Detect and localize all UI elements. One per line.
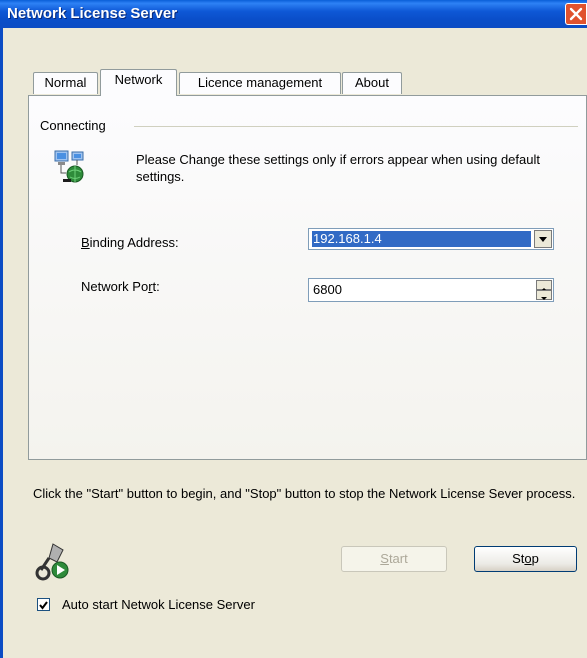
network-port-label: Network Port: <box>81 279 160 294</box>
autostart-label[interactable]: Auto start Netwok License Server <box>62 597 255 612</box>
spinner-buttons <box>536 280 552 300</box>
binding-address-dropdown-button[interactable] <box>534 230 552 248</box>
group-divider <box>134 126 578 127</box>
tab-network[interactable]: Network <box>100 69 177 96</box>
stop-button[interactable]: Stop <box>474 546 577 572</box>
tab-normal[interactable]: Normal <box>33 72 98 94</box>
window-frame-left <box>0 28 3 658</box>
group-label-connecting: Connecting <box>40 118 106 133</box>
network-port-value: 6800 <box>313 282 342 297</box>
chevron-down-icon <box>539 237 547 242</box>
binding-address-select[interactable]: 192.168.1.4 <box>308 228 554 250</box>
title-bar[interactable]: Network License Server <box>0 0 587 28</box>
binding-address-label: Binding Address: <box>81 235 179 250</box>
close-icon <box>569 7 583 21</box>
dialog-window: Network License Server Normal Network Li… <box>0 0 587 658</box>
window-title: Network License Server <box>7 5 178 22</box>
checkmark-icon <box>39 601 48 610</box>
tab-licence-management[interactable]: Licence management <box>179 72 341 94</box>
spin-down-button[interactable] <box>536 290 552 300</box>
chevron-down-icon <box>541 297 547 300</box>
close-button[interactable] <box>565 3 587 25</box>
network-computers-icon <box>52 149 88 188</box>
autostart-checkbox[interactable] <box>37 598 50 611</box>
tab-about[interactable]: About <box>342 72 402 94</box>
binding-address-value: 192.168.1.4 <box>312 231 531 247</box>
spin-up-button[interactable] <box>536 280 552 291</box>
instructions-text: Click the "Start" button to begin, and "… <box>33 486 576 501</box>
network-port-spinner[interactable]: 6800 <box>308 278 554 302</box>
key-service-icon <box>33 540 75 585</box>
start-button[interactable]: Start <box>341 546 447 572</box>
info-text: Please Change these settings only if err… <box>136 152 540 184</box>
